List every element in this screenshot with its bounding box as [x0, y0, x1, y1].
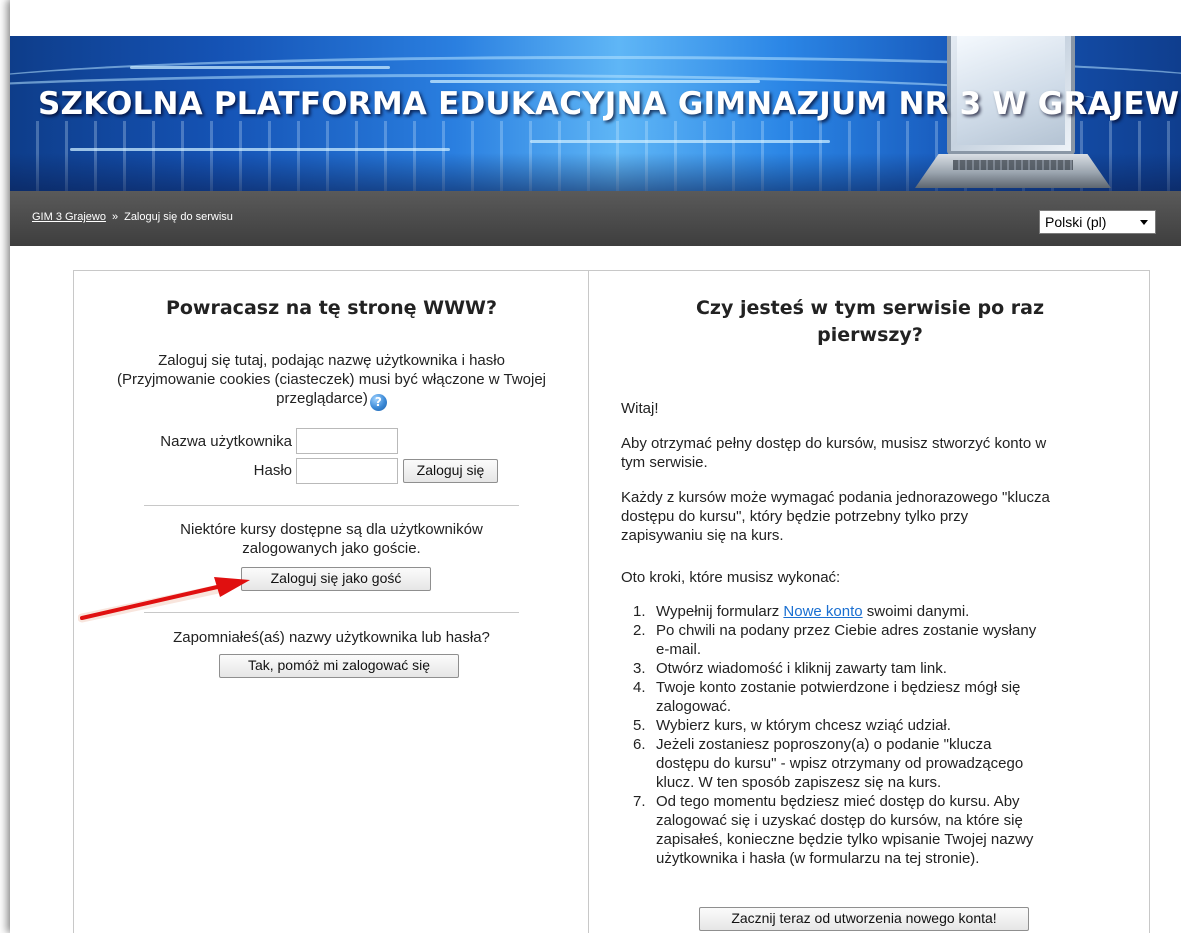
divider — [144, 505, 519, 506]
signup-paragraph-2-line2: dostępu do kursu", który będzie potrzebn… — [621, 508, 969, 525]
help-icon[interactable]: ? — [369, 394, 387, 411]
login-intro: Zaloguj się tutaj, podając nazwę użytkow… — [74, 351, 589, 411]
steps-intro: Oto kroki, które musisz wykonać: — [621, 569, 841, 586]
list-item: 5. Wybierz kurs, w którym chcesz wziąć ud… — [613, 716, 1123, 735]
login-button[interactable]: Zaloguj się — [403, 459, 498, 483]
signup-heading: Czy jesteś w tym serwisie po raz pierwsz… — [589, 295, 1151, 349]
signup-paragraph-2-line1: Każdy z kursów może wymagać podania jedn… — [621, 489, 1050, 506]
username-input[interactable] — [296, 428, 398, 454]
forgot-password-button[interactable]: Tak, pomóż mi zalogować się — [219, 654, 459, 678]
step-text: zalogować się i uzyskać dostęp do kursów… — [656, 812, 1023, 829]
guest-info-line2: zalogowanych jako goście. — [242, 540, 421, 557]
step-number: 7. — [633, 793, 646, 810]
breadcrumb-home-link[interactable]: GIM 3 Grajewo — [32, 211, 106, 223]
step-text: Jeżeli zostaniesz poproszony(a) o podani… — [656, 736, 992, 753]
signup-greeting: Witaj! — [621, 400, 659, 417]
list-item: 7. Od tego momentu będziesz mieć dostęp d… — [613, 792, 1123, 868]
step-number: 4. — [633, 679, 646, 696]
step-text: Twoje konto zostanie potwierdzone i będz… — [656, 679, 1021, 696]
guest-info: Niektóre kursy dostępne są dla użytkowni… — [74, 520, 589, 558]
guest-login-button[interactable]: Zaloguj się jako gość — [241, 567, 431, 591]
list-item: 6. Jeżeli zostaniesz poproszony(a) o poda… — [613, 735, 1123, 792]
signup-paragraph-1-line2: tym serwisie. — [621, 454, 708, 471]
language-select[interactable]: Polski (pl) — [1039, 210, 1156, 234]
guest-info-line1: Niektóre kursy dostępne są dla użytkowni… — [180, 521, 483, 538]
step-number: 1. — [633, 603, 646, 620]
create-account-button[interactable]: Zacznij teraz od utworzenia nowego konta… — [699, 907, 1029, 931]
laptop-keyboard — [953, 160, 1073, 170]
language-selected-value: Polski (pl) — [1045, 214, 1107, 230]
arrow-head — [214, 577, 250, 597]
signup-paragraph-1: Aby otrzymać pełny dostęp do kursów, mus… — [621, 434, 1131, 472]
step-text: swoimi danymi. — [862, 603, 970, 620]
chevron-down-icon — [1140, 220, 1148, 225]
step-number: 2. — [633, 622, 646, 639]
password-label: Hasło — [253, 462, 292, 479]
step-text: klucz. W ten sposób zapiszesz się na kur… — [656, 774, 942, 791]
signup-paragraph-2-line3: zapisywaniu się na kurs. — [621, 527, 784, 544]
step-text: Wybierz kurs, w którym chcesz wziąć udzi… — [656, 717, 951, 734]
red-arrow-annotation — [78, 577, 250, 623]
step-text: użytkownika i hasła (w formularzu na tej… — [656, 850, 980, 867]
list-item: 3. Otwórz wiadomość i kliknij zawarty tam… — [613, 659, 1123, 678]
login-intro-line3-row: przeglądarce)? — [74, 389, 589, 411]
breadcrumb-separator: » — [111, 211, 119, 223]
list-item: 2. Po chwili na podany przez Ciebie adres… — [613, 621, 1123, 659]
login-intro-line3: przeglądarce) — [276, 390, 368, 407]
list-item: 4. Twoje konto zostanie potwierdzone i bę… — [613, 678, 1123, 716]
breadcrumb: GIM 3 Grajewo » Zaloguj się do serwisu — [32, 211, 233, 223]
site-banner: SZKOLNA PLATFORMA EDUKACYJNA GIMNAZJUM N… — [10, 36, 1181, 191]
step-text: zapisałeś, konieczne będzie tylko wpisan… — [656, 831, 1034, 848]
site-title: SZKOLNA PLATFORMA EDUKACYJNA GIMNAZJUM N… — [38, 86, 1181, 122]
navigation-bar: GIM 3 Grajewo » Zaloguj się do serwisu — [10, 191, 1181, 246]
banner-streak — [130, 66, 390, 69]
steps-list: 1. Wypełnij formularz Nowe konto swoimi d… — [613, 602, 1123, 868]
username-label: Nazwa użytkownika — [160, 433, 292, 450]
step-number: 3. — [633, 660, 646, 677]
step-text: Wypełnij formularz — [656, 603, 784, 620]
step-text: Po chwili na podany przez Ciebie adres z… — [656, 622, 1037, 639]
step-text: Otwórz wiadomość i kliknij zawarty tam l… — [656, 660, 947, 677]
forgot-text: Zapomniałeś(aś) nazwy użytkownika lub ha… — [173, 629, 490, 646]
list-item: 1. Wypełnij formularz Nowe konto swoimi d… — [613, 602, 1123, 621]
signup-paragraph-1-line1: Aby otrzymać pełny dostęp do kursów, mus… — [621, 435, 1047, 452]
login-intro-line1: Zaloguj się tutaj, podając nazwę użytkow… — [158, 352, 505, 369]
new-account-link[interactable]: Nowe konto — [783, 603, 862, 620]
signup-heading-line2: pierwszy? — [817, 324, 923, 346]
password-input[interactable] — [296, 458, 398, 484]
step-number: 5. — [633, 717, 646, 734]
step-text: e-mail. — [656, 641, 702, 658]
arrow-shaft — [80, 583, 228, 620]
step-text: dostępu do kursu" - wpisz otrzymany od p… — [656, 755, 1024, 772]
step-text: zalogować. — [656, 698, 732, 715]
top-strip — [10, 0, 1181, 36]
login-heading: Powracasz na tę stronę WWW? — [165, 297, 498, 319]
signup-panel: Czy jesteś w tym serwisie po raz pierwsz… — [588, 270, 1150, 933]
step-number: 6. — [633, 736, 646, 753]
signup-paragraph-2: Każdy z kursów może wymagać podania jedn… — [621, 488, 1131, 545]
banner-streak — [430, 80, 760, 83]
login-intro-line2: (Przyjmowanie cookies (ciasteczek) musi … — [116, 371, 547, 388]
step-text: Od tego momentu będziesz mieć dostęp do … — [656, 793, 1020, 810]
signup-heading-line1: Czy jesteś w tym serwisie po raz — [695, 297, 1045, 319]
breadcrumb-current: Zaloguj się do serwisu — [124, 211, 233, 223]
